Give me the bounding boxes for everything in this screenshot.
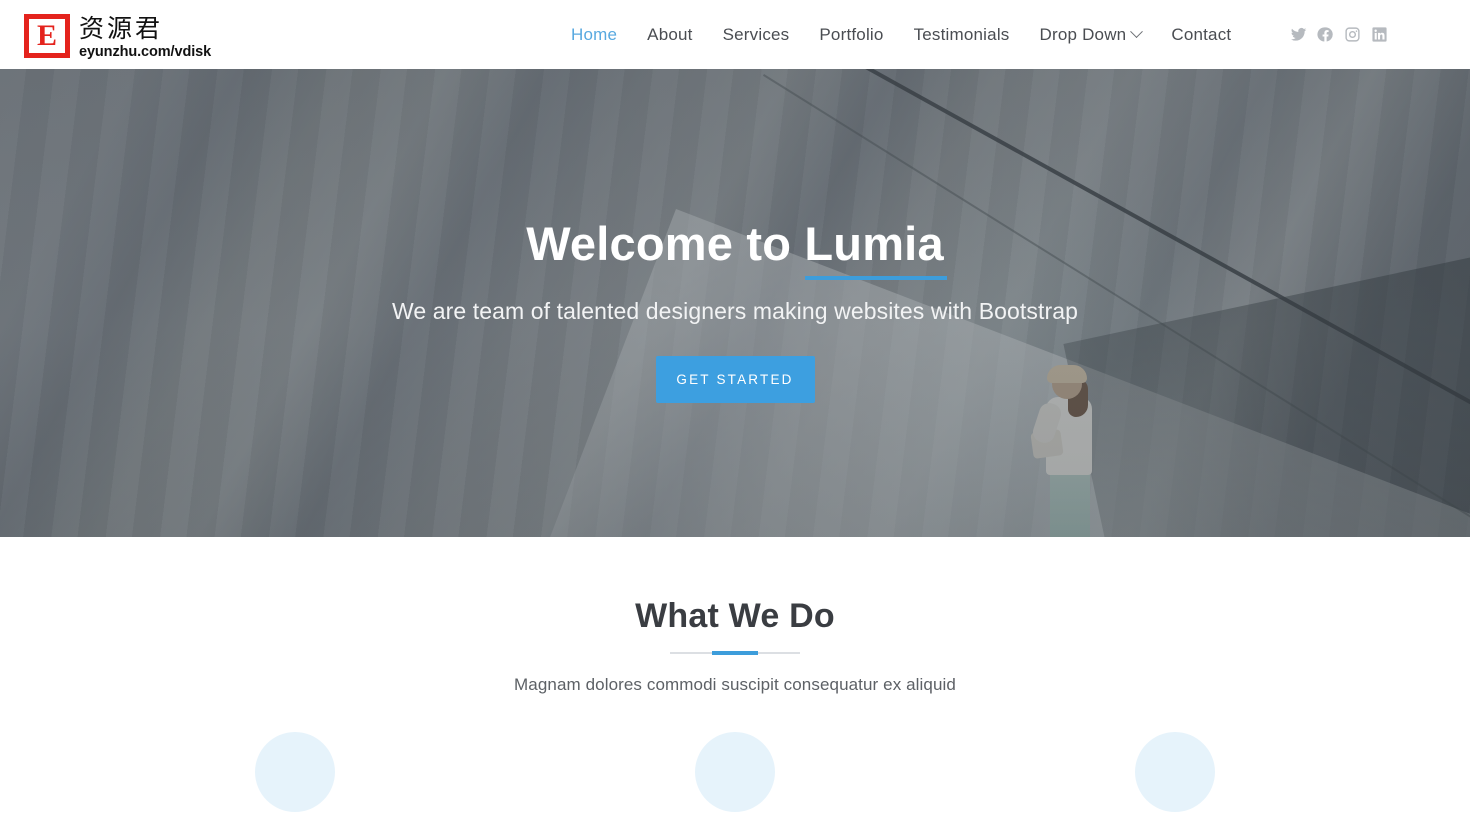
brand-logo[interactable]: E 资源君 eyunzhu.com/vdisk — [24, 14, 211, 61]
divider-accent — [712, 651, 758, 655]
nav-item-contact[interactable]: Contact — [1156, 25, 1246, 45]
nav-item-portfolio[interactable]: Portfolio — [804, 25, 898, 45]
hero-section: Welcome to Lumia We are team of talented… — [0, 69, 1470, 537]
linkedin-icon[interactable] — [1371, 26, 1388, 43]
nav-item-home[interactable]: Home — [556, 25, 632, 45]
nav-item-about[interactable]: About — [632, 25, 707, 45]
nav-item-services-label: Services — [722, 24, 790, 44]
site-header: E 资源君 eyunzhu.com/vdisk Home About Servi… — [0, 0, 1470, 69]
brand-mark-icon: E — [24, 14, 70, 58]
hero-title: Welcome to Lumia — [526, 217, 948, 280]
service-icon-bubble-2 — [695, 732, 775, 812]
service-card-1[interactable] — [255, 732, 335, 812]
get-started-button[interactable]: GET STARTED — [655, 356, 815, 403]
service-icon-bubble-3 — [1135, 732, 1215, 812]
facebook-icon[interactable] — [1317, 26, 1334, 43]
brand-url: eyunzhu.com/vdisk — [79, 44, 212, 60]
section-title: What We Do — [635, 597, 835, 635]
nav-item-testimonials[interactable]: Testimonials — [899, 25, 1025, 45]
nav-item-portfolio-label: Portfolio — [819, 24, 884, 44]
what-we-do-section: What We Do Magnam dolores commodi suscip… — [0, 537, 1470, 812]
section-divider — [670, 651, 800, 655]
service-card-2[interactable] — [695, 732, 775, 812]
nav-item-services[interactable]: Services — [708, 25, 805, 45]
brand-name-cn: 资源君 — [79, 14, 164, 43]
social-links — [1290, 0, 1388, 69]
hero-subtitle: We are team of talented designers making… — [391, 298, 1079, 324]
nav-item-contact-label: Contact — [1171, 24, 1232, 44]
service-card-3[interactable] — [1135, 732, 1215, 812]
nav-item-drop-down[interactable]: Drop Down — [1025, 25, 1157, 45]
chevron-down-icon — [1130, 25, 1144, 39]
twitter-icon[interactable] — [1290, 26, 1307, 43]
nav-item-testimonials-label: Testimonials — [913, 24, 1010, 44]
hero-content: Welcome to Lumia We are team of talented… — [0, 69, 1470, 537]
hero-title-lead: Welcome to — [526, 217, 805, 270]
main-navigation: Home About Services Portfolio Testimonia… — [556, 0, 1246, 69]
brand-mark-letter: E — [29, 19, 65, 53]
nav-item-drop-down-label: Drop Down — [1039, 24, 1127, 44]
hero-title-highlight: Lumia — [804, 217, 948, 280]
section-subtitle: Magnam dolores commodi suscipit consequa… — [514, 675, 956, 694]
service-cards — [0, 732, 1470, 817]
brand-text: 资源君 eyunzhu.com/vdisk — [79, 14, 211, 61]
instagram-icon[interactable] — [1344, 26, 1361, 43]
nav-item-about-label: About — [647, 24, 693, 44]
service-icon-bubble-1 — [255, 732, 335, 812]
nav-item-home-label: Home — [571, 24, 618, 44]
